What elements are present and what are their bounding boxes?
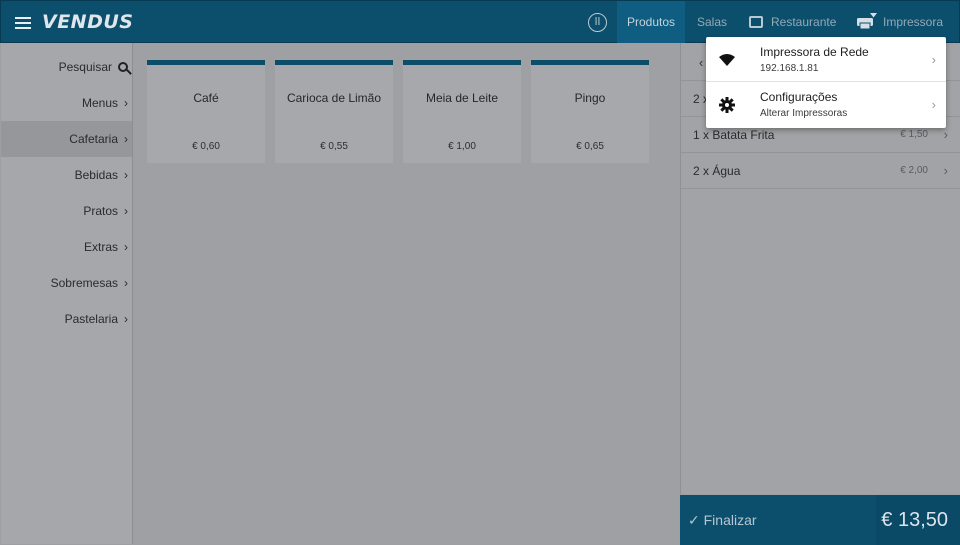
- chevron-right-icon: ›: [124, 168, 128, 182]
- chevron-right-icon: ›: [124, 276, 128, 290]
- product-price: € 0,60: [192, 141, 220, 152]
- chevron-right-icon: ›: [124, 204, 128, 218]
- chevron-right-icon: ›: [931, 52, 936, 67]
- menu-item-subtitle: Alterar Impressoras: [760, 108, 848, 119]
- menu-item-settings[interactable]: Configurações Alterar Impressoras ›: [706, 82, 946, 127]
- product-grid: Café € 0,60 Carioca de Limão € 0,55 Meia…: [134, 43, 680, 544]
- sidebar-item-pastelaria[interactable]: Pastelaria ›: [65, 301, 128, 337]
- printer-icon: [857, 13, 877, 29]
- menu-item-title: Configurações: [760, 90, 838, 104]
- order-line-amount: € 1,50: [900, 129, 928, 140]
- tablet-icon: [749, 16, 763, 28]
- hamburger-menu-icon[interactable]: [15, 17, 31, 29]
- tab-salas-label: Salas: [697, 15, 728, 29]
- chevron-right-icon: ›: [931, 97, 936, 112]
- finalize-button[interactable]: ✓ Finalizar: [680, 495, 876, 545]
- chevron-right-icon: ›: [124, 312, 128, 326]
- check-icon: ✓: [688, 512, 700, 528]
- product-card[interactable]: Café € 0,60: [147, 60, 265, 163]
- search-button[interactable]: Pesquisar: [59, 49, 128, 85]
- chevron-right-icon: ›: [124, 132, 128, 146]
- product-name: Café: [193, 91, 219, 105]
- sidebar-item-sobremesas[interactable]: Sobremesas ›: [51, 265, 128, 301]
- sidebar-item-bebidas[interactable]: Bebidas ›: [75, 157, 128, 193]
- search-label: Pesquisar: [58, 60, 112, 74]
- printer-dropdown-menu: Impressora de Rede 192.168.1.81 › Config…: [706, 37, 946, 128]
- order-line-text: 2 x Água: [693, 164, 741, 178]
- chevron-right-icon: ›: [943, 127, 948, 142]
- sidebar-item-menus[interactable]: Menus ›: [82, 85, 128, 121]
- sidebar-item-pratos[interactable]: Pratos ›: [83, 193, 128, 229]
- product-card[interactable]: Carioca de Limão € 0,55: [275, 60, 393, 163]
- menu-item-network-printer[interactable]: Impressora de Rede 192.168.1.81 ›: [706, 37, 946, 82]
- chevron-right-icon: ›: [124, 96, 128, 110]
- product-name: Carioca de Limão: [286, 91, 382, 105]
- vendus-logo: VENDUS: [42, 11, 134, 33]
- finalize-label: Finalizar: [703, 512, 757, 528]
- product-name: Pingo: [574, 91, 606, 105]
- order-line-text: 1 x Batata Frita: [693, 128, 775, 142]
- fork-knife-icon[interactable]: ǀǀ: [588, 13, 607, 32]
- chevron-right-icon: ›: [124, 240, 128, 254]
- sidebar-item-extras[interactable]: Extras ›: [84, 229, 128, 265]
- product-price: € 0,55: [320, 141, 348, 152]
- tab-produtos[interactable]: Produtos: [617, 1, 685, 43]
- category-sidebar: Pesquisar Menus › Cafetaria › Bebidas › Pra…: [1, 43, 133, 544]
- order-total: € 13,50: [876, 495, 960, 545]
- product-name: Meia de Leite: [425, 91, 499, 105]
- product-card[interactable]: Meia de Leite € 1,00: [403, 60, 521, 163]
- search-icon: [118, 62, 128, 72]
- sidebar-item-cafetaria[interactable]: Cafetaria ›: [1, 121, 132, 157]
- sidebar-item-label: Extras: [83, 240, 118, 254]
- sidebar-item-label: Cafetaria: [69, 132, 118, 146]
- order-line[interactable]: 2 x Água € 2,00 ›: [681, 153, 960, 189]
- chevron-right-icon: ›: [943, 163, 948, 178]
- tab-restaurante-label: Restaurante: [771, 15, 837, 29]
- order-footer: ✓ Finalizar € 13,50: [680, 495, 960, 545]
- sidebar-item-label: Pratos: [83, 204, 118, 218]
- back-arrow-icon[interactable]: ‹: [699, 55, 703, 70]
- menu-item-title: Impressora de Rede: [760, 45, 869, 59]
- menu-item-subtitle: 192.168.1.81: [760, 63, 819, 74]
- sidebar-item-label: Sobremesas: [50, 276, 118, 290]
- gear-icon: [719, 97, 735, 113]
- sidebar-item-label: Bebidas: [74, 168, 118, 182]
- order-line-amount: € 2,00: [900, 165, 928, 176]
- wifi-icon: [719, 54, 735, 66]
- sidebar-item-label: Menus: [81, 96, 118, 110]
- product-price: € 0,65: [576, 141, 604, 152]
- tab-impressora-label: Impressora: [883, 15, 944, 29]
- product-price: € 1,00: [448, 141, 476, 152]
- sidebar-item-label: Pastelaria: [64, 312, 118, 326]
- tab-produtos-label: Produtos: [626, 15, 676, 29]
- product-card[interactable]: Pingo € 0,65: [531, 60, 649, 163]
